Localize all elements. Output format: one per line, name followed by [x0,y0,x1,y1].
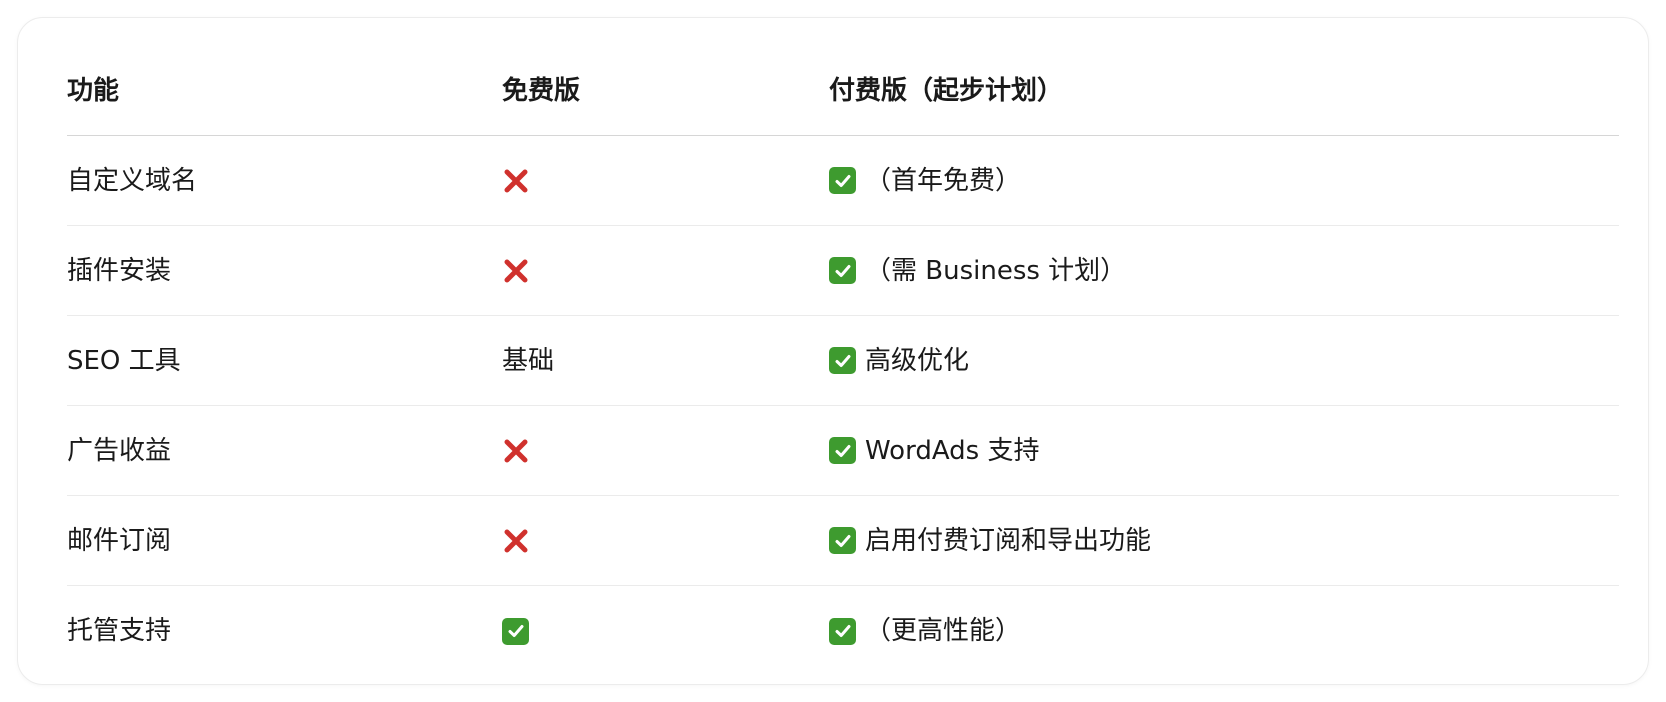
cross-icon [502,257,530,285]
paid-cell-text: 高级优化 [865,345,970,376]
header-free: 免费版 [502,75,581,106]
feature-cell: SEO 工具 [67,345,181,376]
table-row: 自定义域名 （首年免费） [67,136,1619,226]
free-cell-text: 基础 [502,345,555,376]
feature-cell: 自定义域名 [67,165,198,196]
feature-cell: 托管支持 [67,616,172,646]
paid-cell: 启用付费订阅和导出功能 [829,527,1619,554]
table-row: 邮件订阅 启用付费订阅和导出功能 [67,496,1619,586]
cross-icon [502,527,530,555]
check-icon [829,347,856,374]
paid-cell-text: （更高性能） [865,616,1022,646]
table-row: 广告收益 WordAds 支持 [67,406,1619,496]
check-icon [829,527,856,554]
table-header-row: 功能 免费版 付费版（起步计划） [67,46,1619,136]
cross-icon [502,167,530,195]
paid-cell-text: WordAds 支持 [865,435,1040,466]
paid-cell-text: （需 Business 计划） [865,255,1127,286]
feature-cell: 插件安装 [67,255,172,286]
paid-cell: （更高性能） [829,616,1619,646]
free-cell [502,527,829,555]
check-icon [502,617,529,645]
feature-cell: 邮件订阅 [67,525,172,556]
header-feature: 功能 [67,75,120,106]
paid-cell-text: 启用付费订阅和导出功能 [865,525,1152,556]
cross-icon [502,437,530,465]
header-paid: 付费版（起步计划） [829,75,1064,106]
free-cell: 基础 [502,348,829,374]
free-cell [502,257,829,285]
check-icon [829,167,856,194]
free-cell [502,617,829,645]
feature-cell: 广告收益 [67,435,172,466]
table-row: 托管支持 （更高性能） [67,586,1619,676]
paid-cell: （需 Business 计划） [829,257,1619,284]
free-cell [502,167,829,195]
check-icon [829,617,856,645]
paid-cell: WordAds 支持 [829,437,1619,464]
paid-cell-text: （首年免费） [865,165,1022,196]
check-icon [829,437,856,464]
comparison-card: 功能 免费版 付费版（起步计划） 自定义域名 （首年免费） 插件安装 （需 Busin… [17,17,1649,685]
table-row: 插件安装 （需 Business 计划） [67,226,1619,316]
check-icon [829,257,856,284]
paid-cell: （首年免费） [829,167,1619,194]
comparison-table: 功能 免费版 付费版（起步计划） 自定义域名 （首年免费） 插件安装 （需 Busin… [67,46,1619,676]
paid-cell: 高级优化 [829,347,1619,374]
table-row: SEO 工具 基础 高级优化 [67,316,1619,406]
free-cell [502,437,829,465]
